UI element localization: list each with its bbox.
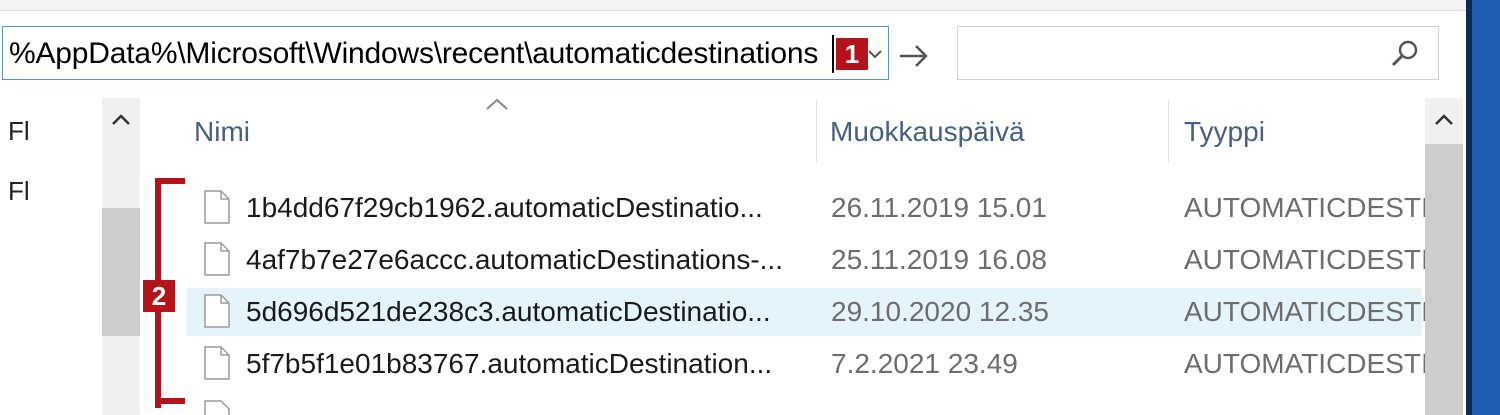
file-type: AUTOMATICDESTI.. bbox=[1184, 244, 1445, 275]
column-header-type[interactable]: Tyyppi bbox=[1184, 116, 1265, 148]
file-type: AUTOMATICDESTI.. bbox=[1184, 192, 1445, 223]
nav-scroll-up-icon[interactable] bbox=[102, 100, 140, 140]
address-path[interactable]: %AppData%\Microsoft\Windows\recent\autom… bbox=[9, 36, 818, 72]
annotation-bracket-top bbox=[155, 178, 185, 184]
list-scrollbar-thumb[interactable] bbox=[1425, 144, 1463, 415]
text-caret bbox=[832, 35, 834, 73]
file-type: AUTOMATICDESTI.. bbox=[1184, 296, 1445, 327]
file-row-selected[interactable]: 5d696d521de238c3.automaticDestinatio... … bbox=[186, 288, 1444, 336]
column-header-modified[interactable]: Muokkauspäivä bbox=[830, 116, 1025, 148]
list-scroll-up-icon[interactable] bbox=[1425, 100, 1463, 140]
nav-scrollbar-thumb[interactable] bbox=[102, 208, 140, 336]
column-divider[interactable] bbox=[1168, 100, 1169, 162]
file-date: 29.10.2020 12.35 bbox=[831, 296, 1049, 327]
file-icon bbox=[204, 294, 230, 328]
nav-item-label[interactable]: Fl bbox=[8, 176, 30, 207]
file-date: 7.2.2021 23.49 bbox=[831, 348, 1018, 379]
file-name: 5f7b5f1e01b83767.automaticDestination... bbox=[246, 348, 773, 379]
address-bar[interactable]: %AppData%\Microsoft\Windows\recent\autom… bbox=[2, 26, 889, 80]
file-name: 5d696d521de238c3.automaticDestinatio... bbox=[246, 296, 771, 327]
file-icon bbox=[204, 346, 230, 380]
file-row-partial[interactable] bbox=[186, 394, 1422, 415]
annotation-bracket-bottom bbox=[155, 398, 185, 404]
window-top-strip bbox=[0, 0, 1466, 11]
file-name: 4af7b7e27e6accc.automaticDestinations-..… bbox=[246, 244, 783, 275]
annotation-badge-1: 1 bbox=[836, 38, 868, 70]
file-date: 26.11.2019 15.01 bbox=[831, 192, 1047, 223]
annotation-badge-2: 2 bbox=[143, 280, 175, 312]
file-name: 1b4dd67f29cb1962.automaticDestinatio... bbox=[246, 192, 763, 223]
search-box[interactable] bbox=[957, 26, 1439, 80]
file-date: 25.11.2019 16.08 bbox=[831, 244, 1047, 275]
chevron-down-icon[interactable] bbox=[865, 33, 885, 73]
file-row[interactable]: 1b4dd67f29cb1962.automaticDestinatio... … bbox=[186, 184, 1444, 232]
file-type: AUTOMATICDESTI.. bbox=[1184, 348, 1445, 379]
search-icon[interactable] bbox=[1390, 39, 1420, 69]
window-border bbox=[1466, 0, 1472, 415]
arrow-right-icon[interactable] bbox=[896, 36, 932, 76]
file-row[interactable]: 4af7b7e27e6accc.automaticDestinations-..… bbox=[186, 236, 1444, 284]
file-icon bbox=[204, 190, 230, 224]
nav-item-label[interactable]: Fl bbox=[8, 116, 30, 147]
sort-ascending-icon bbox=[486, 98, 508, 110]
column-header-name[interactable]: Nimi bbox=[194, 116, 250, 148]
file-row[interactable]: 5f7b5f1e01b83767.automaticDestination...… bbox=[186, 340, 1444, 388]
file-icon bbox=[204, 400, 230, 415]
file-icon bbox=[204, 242, 230, 276]
column-divider[interactable] bbox=[816, 100, 817, 162]
